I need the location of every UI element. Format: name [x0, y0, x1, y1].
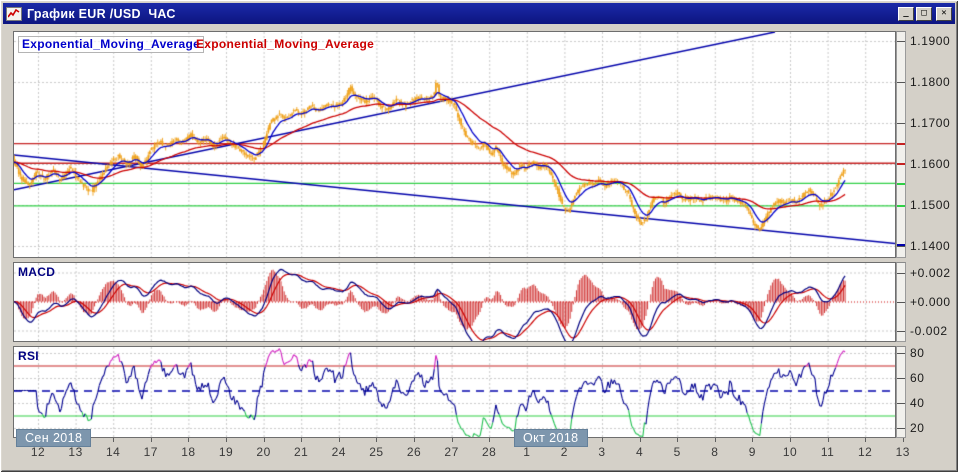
month-badge-oct: Окт 2018	[514, 429, 588, 447]
macd-axis-tick	[897, 302, 905, 303]
macd-axis-label: +0.000	[910, 295, 951, 309]
price-axis-label: 1.1400	[910, 239, 950, 253]
price-level-tick	[897, 163, 905, 165]
minimize-button[interactable]: _	[898, 7, 914, 21]
date-tick	[339, 438, 340, 442]
rsi-axis-tick	[897, 353, 905, 354]
date-tick	[264, 438, 265, 442]
window-controls: _ □ ✕	[898, 7, 952, 21]
price-axis-tick	[897, 82, 905, 83]
date-tick	[715, 438, 716, 442]
date-tick	[301, 438, 302, 442]
date-label: 17	[138, 445, 164, 459]
date-tick	[752, 438, 753, 442]
date-label: 2	[551, 445, 577, 459]
month-badge-sep: Сен 2018	[16, 429, 91, 447]
date-label: 21	[288, 445, 314, 459]
date-label: 12	[25, 445, 51, 459]
date-label: 25	[363, 445, 389, 459]
date-tick	[226, 438, 227, 442]
date-tick	[489, 438, 490, 442]
close-button[interactable]: ✕	[936, 7, 952, 21]
date-label: 5	[664, 445, 690, 459]
rsi-canvas[interactable]	[14, 347, 895, 437]
date-label: 19	[213, 445, 239, 459]
macd-axis-tick	[897, 273, 905, 274]
date-label: 26	[401, 445, 427, 459]
date-tick	[865, 438, 866, 442]
rsi-axis-label: 40	[910, 396, 925, 410]
ema-fast-label[interactable]: Exponential_Moving_Average	[18, 36, 204, 53]
date-tick	[452, 438, 453, 442]
date-tick	[376, 438, 377, 442]
date-label: 10	[777, 445, 803, 459]
chart-window: График EUR /USD ЧАС _ □ ✕ Exponential_Mo…	[0, 0, 958, 472]
chart-icon	[6, 7, 22, 21]
date-label: 28	[476, 445, 502, 459]
maximize-button[interactable]: □	[916, 7, 932, 21]
date-tick	[828, 438, 829, 442]
macd-canvas[interactable]	[14, 263, 895, 341]
price-level-tick	[897, 183, 905, 185]
macd-label: MACD	[18, 265, 55, 279]
date-label: 18	[175, 445, 201, 459]
rsi-axis-tick	[897, 378, 905, 379]
price-axis-tick	[897, 41, 905, 42]
date-label: 13	[63, 445, 89, 459]
date-label: 13	[890, 445, 916, 459]
rsi-axis-label: 20	[910, 421, 925, 435]
date-tick	[113, 438, 114, 442]
macd-axis-tick	[897, 331, 905, 332]
rsi-axis-tick	[897, 403, 905, 404]
date-tick	[188, 438, 189, 442]
price-axis-tick	[897, 246, 905, 247]
date-label: 9	[739, 445, 765, 459]
date-tick	[677, 438, 678, 442]
date-label: 11	[815, 445, 841, 459]
price-axis-label: 1.1700	[910, 116, 950, 130]
date-tick	[640, 438, 641, 442]
rsi-axis-label: 60	[910, 371, 925, 385]
price-axis-label: 1.1900	[910, 34, 950, 48]
rsi-label: RSI	[18, 349, 39, 363]
date-label: 3	[589, 445, 615, 459]
price-level-tick	[897, 143, 905, 145]
ema-slow-label[interactable]: Exponential_Moving_Average	[196, 37, 374, 51]
macd-axis-label: +0.002	[910, 266, 951, 280]
date-label: 27	[439, 445, 465, 459]
date-tick	[903, 438, 904, 442]
macd-axis-label: -0.002	[910, 324, 948, 338]
date-label: 14	[100, 445, 126, 459]
price-level-tick	[897, 205, 905, 207]
date-label: 12	[852, 445, 878, 459]
price-axis-label: 1.1500	[910, 198, 950, 212]
price-axis-tick	[897, 123, 905, 124]
date-label: 4	[627, 445, 653, 459]
rsi-axis-tick	[897, 428, 905, 429]
date-label: 1	[514, 445, 540, 459]
date-tick	[790, 438, 791, 442]
price-chart-canvas[interactable]	[14, 32, 895, 257]
price-axis-label: 1.1600	[910, 157, 950, 171]
window-titlebar[interactable]: График EUR /USD ЧАС _ □ ✕	[3, 3, 955, 24]
window-title: График EUR /USD ЧАС	[27, 7, 176, 21]
date-label: 8	[702, 445, 728, 459]
rsi-axis-label: 80	[910, 346, 925, 360]
rsi-axis-ruler[interactable]	[896, 346, 906, 438]
date-tick	[151, 438, 152, 442]
date-tick	[414, 438, 415, 442]
date-label: 24	[326, 445, 352, 459]
trendline-value-tick	[897, 244, 905, 246]
price-axis-label: 1.1800	[910, 75, 950, 89]
date-label: 20	[251, 445, 277, 459]
date-tick	[602, 438, 603, 442]
